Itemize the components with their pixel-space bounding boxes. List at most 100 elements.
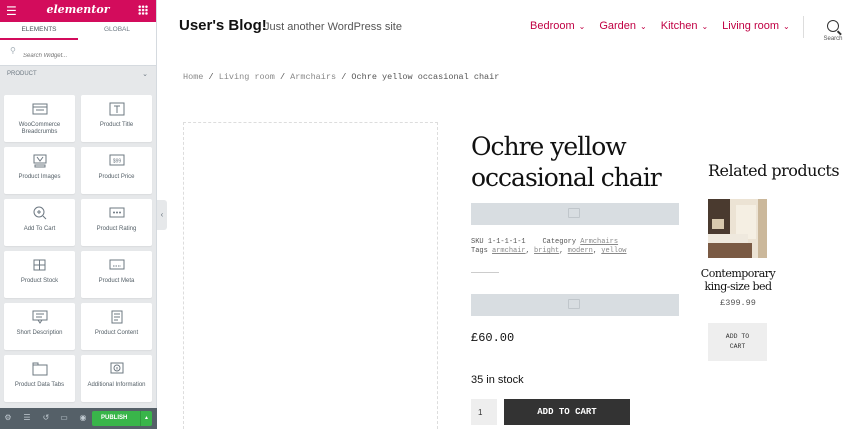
- breadcrumb-home[interactable]: Home: [183, 72, 203, 82]
- related-product-image[interactable]: [708, 199, 767, 258]
- tag-link[interactable]: bright: [534, 247, 559, 255]
- category-label: Category: [542, 238, 577, 246]
- meta-line-2: Tags armchair, bright, modern, yellow: [471, 247, 627, 255]
- widget-placeholder[interactable]: [471, 294, 679, 316]
- chevron-down-icon: ⌄: [142, 71, 148, 78]
- panel-footer: ⚙ ☰ ↺ ▭ ◉ PUBLISH ▲: [0, 408, 157, 429]
- stock-icon: [33, 259, 46, 271]
- widget-product-images[interactable]: Product Images: [4, 147, 75, 194]
- breadcrumb-separator: /: [341, 72, 347, 82]
- history-icon[interactable]: ↺: [41, 413, 51, 423]
- tag-link[interactable]: yellow: [601, 247, 626, 255]
- widget-label: Add To Cart: [23, 226, 56, 232]
- nav-label: Bedroom: [530, 20, 575, 32]
- product-meta: SKU 1-1-1-1-1 Category Armchairs Tags ar…: [471, 238, 627, 256]
- widget-product-content[interactable]: Product Content: [81, 303, 152, 350]
- related-product-name[interactable]: Contemporary king-size bed: [698, 267, 778, 293]
- widget-label: WooCommerce Breadcrumbs: [18, 122, 61, 135]
- widget-label: Product Price: [98, 174, 135, 180]
- related-product-price: £399.99: [720, 298, 756, 308]
- widget-label: Product Content: [94, 330, 139, 336]
- nav-divider: [803, 16, 804, 38]
- tag-link[interactable]: modern: [568, 247, 593, 255]
- image-placeholder-icon: [568, 299, 580, 309]
- search-icon: [827, 20, 839, 32]
- content-icon: [111, 310, 123, 324]
- category-link[interactable]: Armchairs: [580, 238, 618, 246]
- add-to-cart-icon: [33, 206, 47, 220]
- chevron-down-icon: ⌄: [640, 22, 647, 31]
- related-products-heading: Related products: [708, 161, 840, 180]
- button-label-line: ADD TO: [725, 333, 750, 340]
- widget-search-box: ⚲: [4, 44, 152, 64]
- widgets-grid-icon[interactable]: [138, 5, 148, 15]
- breadcrumb-current: Ochre yellow occasional chair: [351, 72, 500, 82]
- widget-label: Product Meta: [98, 278, 135, 284]
- product-gallery-placeholder[interactable]: [183, 122, 438, 429]
- breadcrumb-separator: /: [279, 72, 286, 82]
- panel-tabs: ELEMENTS GLOBAL: [0, 22, 156, 40]
- caret-up-icon[interactable]: ▲: [140, 411, 152, 426]
- quantity-input[interactable]: [471, 399, 497, 425]
- widget-label: Product Rating: [96, 226, 137, 232]
- widget-product-rating[interactable]: Product Rating: [81, 199, 152, 246]
- widget-short-description[interactable]: Short Description: [4, 303, 75, 350]
- widget-product-data-tabs[interactable]: Product Data Tabs: [4, 355, 75, 402]
- nav-label: Living room: [722, 20, 780, 32]
- widget-product-stock[interactable]: Product Stock: [4, 251, 75, 298]
- breadcrumb-living-room[interactable]: Living room: [219, 72, 275, 82]
- title-icon: [109, 102, 125, 116]
- add-to-cart-button[interactable]: ADD TO CART: [504, 399, 630, 425]
- widget-label: Short Description: [16, 330, 63, 336]
- meta-icon: [109, 259, 125, 270]
- navigator-icon[interactable]: ☰: [22, 413, 32, 423]
- product-price: £60.00: [471, 331, 515, 345]
- collapse-panel-handle[interactable]: ‹: [157, 200, 167, 230]
- bedroom-photo: [708, 199, 767, 258]
- responsive-mode-icon[interactable]: ▭: [59, 413, 69, 423]
- site-title[interactable]: User's Blog!: [179, 17, 267, 34]
- category-product-header[interactable]: PRODUCT ⌄: [0, 66, 156, 86]
- widget-additional-information[interactable]: Additional Information: [81, 355, 152, 402]
- price-icon: $99: [109, 154, 125, 166]
- nav-item-kitchen[interactable]: Kitchen ⌄: [661, 20, 708, 32]
- preview-icon[interactable]: ◉: [78, 413, 88, 423]
- widget-placeholder[interactable]: [471, 203, 679, 225]
- widget-label: Product Data Tabs: [14, 382, 65, 388]
- widget-add-to-cart[interactable]: Add To Cart: [4, 199, 75, 246]
- widget-label: Product Images: [18, 174, 61, 180]
- widget-woocommerce-breadcrumbs[interactable]: WooCommerce Breadcrumbs: [4, 95, 75, 142]
- search-toggle[interactable]: Search: [818, 20, 848, 42]
- widget-label: Product Stock: [20, 278, 59, 284]
- widget-label: Additional Information: [87, 382, 146, 388]
- svg-text:$99: $99: [113, 159, 122, 165]
- images-icon: [33, 154, 47, 168]
- elementor-panel: ☰ elementor ELEMENTS GLOBAL ⚲ PRODUCT ⌄ …: [0, 0, 157, 429]
- settings-icon[interactable]: ⚙: [3, 413, 13, 423]
- publish-button[interactable]: PUBLISH ▲: [92, 411, 152, 426]
- search-icon: ⚲: [10, 46, 16, 55]
- widget-product-price[interactable]: $99 Product Price: [81, 147, 152, 194]
- main-navigation: Bedroom ⌄ Garden ⌄ Kitchen ⌄ Living room ⌄: [530, 20, 790, 32]
- widget-product-meta[interactable]: Product Meta: [81, 251, 152, 298]
- stock-status: 35 in stock: [471, 374, 524, 386]
- tag-link[interactable]: armchair: [492, 247, 526, 255]
- short-description-icon: [32, 310, 48, 324]
- search-label: Search: [823, 36, 843, 42]
- nav-item-living-room[interactable]: Living room ⌄: [722, 20, 790, 32]
- related-add-to-cart-button[interactable]: ADD TO CART: [708, 323, 767, 361]
- tab-elements[interactable]: ELEMENTS: [0, 22, 78, 40]
- nav-item-bedroom[interactable]: Bedroom ⌄: [530, 20, 585, 32]
- button-label-line: CART: [729, 343, 746, 350]
- rating-icon: [109, 207, 125, 218]
- widget-search-area: ⚲: [0, 40, 156, 66]
- nav-item-garden[interactable]: Garden ⌄: [599, 20, 646, 32]
- nav-label: Kitchen: [660, 20, 698, 32]
- widget-search-input[interactable]: [4, 48, 152, 64]
- tab-global[interactable]: GLOBAL: [78, 22, 156, 40]
- info-icon: [110, 362, 124, 374]
- widget-product-title[interactable]: Product Title: [81, 95, 152, 142]
- chevron-down-icon: ⌄: [578, 22, 586, 31]
- site-preview: User's Blog! Just another WordPress site…: [168, 0, 850, 429]
- breadcrumb-armchairs[interactable]: Armchairs: [290, 72, 336, 82]
